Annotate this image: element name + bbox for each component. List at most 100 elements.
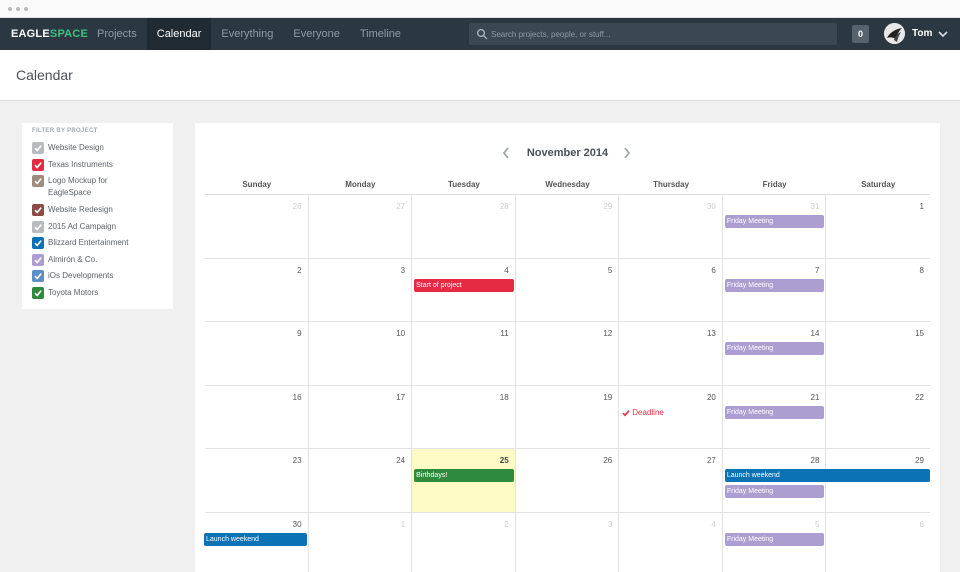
day-number: 16 xyxy=(292,392,302,402)
day-number: 26 xyxy=(603,456,613,466)
filter-checkbox[interactable] xyxy=(32,254,44,266)
filter-title: FILTER BY PROJECT xyxy=(32,128,98,134)
nav-tab-timeline[interactable]: Timeline xyxy=(350,18,411,50)
day-number: 4 xyxy=(504,265,509,275)
window-dot[interactable] xyxy=(8,7,12,11)
day-number: 18 xyxy=(499,392,509,402)
search-input[interactable] xyxy=(491,23,831,45)
calendar-event[interactable]: Birthdays! xyxy=(414,469,514,483)
calendar-event[interactable]: Friday Meeting xyxy=(724,342,825,356)
calendar-event[interactable]: Friday Meeting xyxy=(724,485,825,499)
day-number: 6 xyxy=(919,520,924,529)
calendar-day[interactable]: 11 xyxy=(412,322,516,386)
filter-item[interactable]: Texas Instruments xyxy=(32,159,143,171)
filter-checkbox[interactable] xyxy=(32,270,44,282)
calendar-day[interactable]: 23 xyxy=(205,449,309,513)
day-number: 31 xyxy=(810,202,820,211)
nav-tab-projects[interactable]: Projects xyxy=(87,18,147,50)
day-number: 3 xyxy=(607,520,613,529)
calendar-event[interactable]: Friday Meeting xyxy=(724,405,825,419)
window-dot[interactable] xyxy=(16,7,20,11)
calendar-day[interactable]: 17 xyxy=(308,385,413,450)
calendar-day[interactable]: 16 xyxy=(205,385,309,450)
page-title: Calendar xyxy=(16,67,73,83)
user-avatar[interactable] xyxy=(884,23,905,44)
chevron-down-icon[interactable] xyxy=(938,30,948,38)
filter-item[interactable]: Logo Mockup for EagleSpace xyxy=(32,175,143,199)
calendar-day[interactable]: 28 xyxy=(412,195,516,259)
calendar-day[interactable]: 6 xyxy=(619,258,723,323)
calendar-event[interactable]: Launch weekend xyxy=(204,533,307,546)
user-name[interactable]: Tom xyxy=(912,28,932,39)
search-bar[interactable] xyxy=(469,23,837,45)
nav-tab-calendar[interactable]: Calendar xyxy=(146,18,212,50)
calendar-day[interactable]: 27 xyxy=(308,195,413,259)
calendar-day[interactable]: 9 xyxy=(205,322,309,386)
calendar-event[interactable]: Friday Meeting xyxy=(724,278,825,292)
calendar-day[interactable]: 26 xyxy=(515,449,620,513)
calendar-day[interactable]: 8 xyxy=(826,259,930,323)
calendar-day[interactable]: 22 xyxy=(826,386,930,450)
filter-item[interactable]: Toyota Motors xyxy=(32,287,143,299)
calendar-day[interactable]: 26 xyxy=(205,195,309,259)
calendar-day[interactable]: 2 xyxy=(412,513,516,572)
filter-checkbox[interactable] xyxy=(32,159,44,171)
calendar-day[interactable]: 18 xyxy=(412,385,516,450)
nav-tab-everyone[interactable]: Everyone xyxy=(283,18,349,50)
calendar-day[interactable]: 3 xyxy=(516,513,620,572)
calendar-day[interactable]: 2 xyxy=(205,258,309,323)
calendar-day[interactable]: 1 xyxy=(826,195,930,259)
checkmark-icon xyxy=(34,224,42,231)
calendar-day[interactable]: 15 xyxy=(826,322,930,386)
day-number: 29 xyxy=(603,202,613,211)
calendar-event[interactable]: Launch weekend xyxy=(724,469,930,483)
calendar-day[interactable]: 5 xyxy=(515,258,620,323)
calendar-event-deadline[interactable]: Deadline xyxy=(622,407,664,419)
day-number: 23 xyxy=(292,456,302,466)
filter-label: Almirón & Co. xyxy=(48,255,98,264)
calendar-day[interactable]: 3 xyxy=(308,258,413,323)
calendar-day[interactable]: 6 xyxy=(826,513,930,572)
calendar-day[interactable]: 4 xyxy=(619,513,723,572)
window-chrome xyxy=(0,0,960,18)
day-of-week-label: Tuesday xyxy=(448,180,480,189)
day-number: 24 xyxy=(396,456,406,466)
calendar-event[interactable]: Friday Meeting xyxy=(724,533,825,546)
filter-checkbox[interactable] xyxy=(32,287,44,299)
window-dot[interactable] xyxy=(24,7,28,11)
nav-tab-everything[interactable]: Everything xyxy=(211,18,283,50)
window-controls xyxy=(8,7,28,11)
filter-item[interactable]: iOs Developments xyxy=(32,270,143,282)
filter-checkbox[interactable] xyxy=(32,221,44,233)
calendar-day[interactable]: 12 xyxy=(515,322,620,386)
next-month-icon[interactable] xyxy=(623,147,631,159)
calendar-day[interactable]: 30 xyxy=(619,195,723,259)
logo-text-accent: SPACE xyxy=(49,28,88,40)
day-number: 17 xyxy=(396,392,406,402)
calendar-day[interactable]: 1 xyxy=(309,513,413,572)
app-logo[interactable]: EAGLESPACE xyxy=(11,28,88,40)
calendar-day[interactable]: 10 xyxy=(308,322,413,386)
day-number: 29 xyxy=(915,456,924,466)
filter-item[interactable]: Almirón & Co. xyxy=(32,254,143,266)
filter-item[interactable]: Blizzard Entertainment xyxy=(32,237,143,249)
filter-item[interactable]: Website Redesign xyxy=(32,204,143,216)
filter-item[interactable]: Website Design xyxy=(32,142,143,154)
filter-item[interactable]: 2015 Ad Campaign xyxy=(32,221,143,233)
filter-checkbox[interactable] xyxy=(32,237,44,249)
calendar-event[interactable]: Start of project xyxy=(414,278,514,292)
calendar-day[interactable]: 13 xyxy=(619,322,723,386)
filter-checkbox[interactable] xyxy=(32,204,44,216)
day-number: 26 xyxy=(292,202,302,211)
filter-checkbox[interactable] xyxy=(32,142,44,154)
day-number: 1 xyxy=(919,202,924,211)
calendar-day[interactable]: 19 xyxy=(515,385,620,450)
calendar-grid: 26 27 28 29 30 31 1 2 3 4 5 6 7 8 9 10 11 12 13 14 15 16 17 18 1… xyxy=(204,194,930,572)
calendar-day[interactable]: 24 xyxy=(308,449,413,513)
notification-badge[interactable]: 0 xyxy=(852,25,869,43)
calendar-event[interactable]: Friday Meeting xyxy=(724,215,825,228)
calendar-day[interactable]: 27 xyxy=(619,449,723,513)
calendar-day[interactable]: 29 xyxy=(515,195,620,259)
filter-checkbox[interactable] xyxy=(32,175,44,187)
day-number: 5 xyxy=(814,520,820,529)
